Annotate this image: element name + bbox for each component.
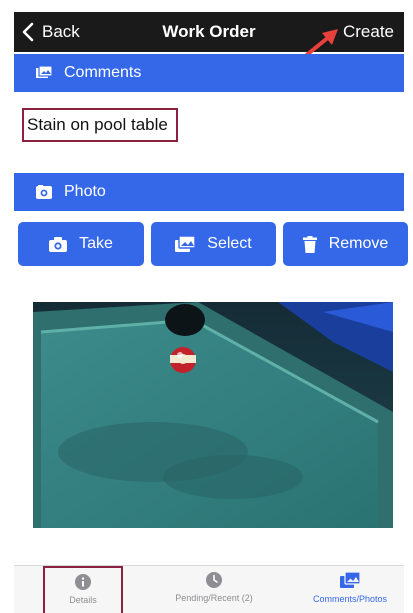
select-button-label: Select: [207, 235, 252, 252]
photos-icon: [340, 572, 360, 588]
tab-bar: Details Pending/Recent (2) Comments/Phot…: [14, 565, 404, 613]
clock-icon: [206, 572, 222, 588]
take-button-label: Take: [79, 235, 113, 252]
select-photo-button[interactable]: Select: [151, 222, 276, 266]
trash-icon: [302, 235, 317, 253]
tab-details-label: Details: [69, 595, 97, 605]
tab-details[interactable]: Details: [43, 566, 123, 613]
camera-box-icon: [36, 185, 52, 199]
remove-photo-button[interactable]: Remove: [283, 222, 408, 266]
create-button[interactable]: Create: [343, 12, 394, 52]
comments-photo-icon: [36, 66, 52, 80]
pool-table-photo: [33, 302, 393, 528]
comments-section-header: Comments: [14, 54, 404, 92]
tab-pending-recent[interactable]: Pending/Recent (2): [154, 566, 274, 613]
photo-header-label: Photo: [64, 183, 106, 200]
back-button[interactable]: Back: [22, 12, 80, 52]
chevron-left-icon: [22, 22, 34, 42]
navigation-bar: Back Work Order Create: [14, 12, 404, 52]
comments-header-label: Comments: [64, 64, 142, 81]
tab-pending-label: Pending/Recent (2): [175, 593, 253, 603]
tab-comments-photos-label: Comments/Photos: [312, 594, 388, 604]
gallery-icon: [175, 236, 196, 252]
tab-comments-photos[interactable]: Comments/Photos: [290, 566, 410, 613]
comment-text-field[interactable]: Stain on pool table: [22, 108, 178, 142]
info-icon: [75, 574, 91, 590]
back-label: Back: [42, 22, 80, 41]
camera-icon: [49, 236, 68, 252]
take-photo-button[interactable]: Take: [18, 222, 144, 266]
remove-button-label: Remove: [328, 235, 389, 252]
photo-section-header: Photo: [14, 173, 404, 211]
